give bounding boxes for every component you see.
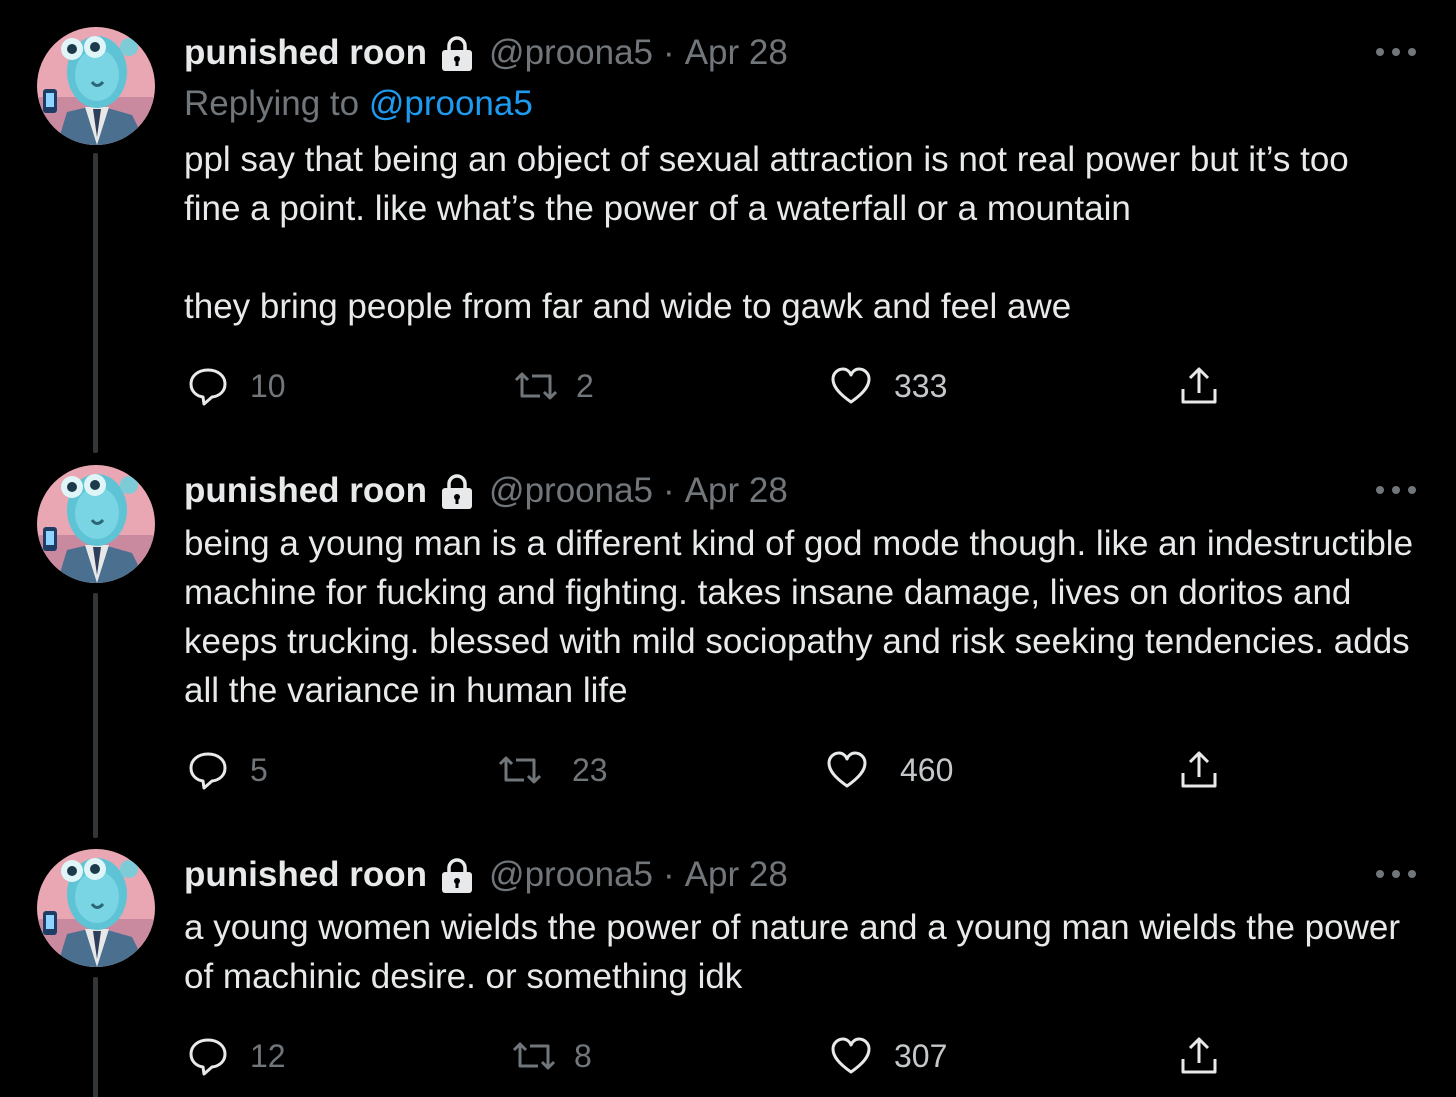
like-count: 307 [894,1037,948,1074]
reply-icon [189,1038,227,1076]
tweet-paragraph: they bring people from far and wide to g… [184,287,1072,326]
reply-icon [189,368,227,406]
author-handle[interactable]: @proona5 [489,855,653,895]
author-handle[interactable]: @proona5 [489,33,653,73]
reply-button[interactable]: 10 [188,362,286,410]
more-icon[interactable] [1376,45,1416,59]
tweet-paragraph: a young women wields the power of nature… [184,908,1410,996]
thread-line [93,153,98,453]
heart-icon [831,367,871,404]
replying-to: Replying to @proona5 [184,84,533,124]
like-button[interactable]: 307 [830,1032,947,1080]
lock-icon [438,472,476,510]
author-name[interactable]: punished roon [184,33,427,73]
share-icon [1181,1037,1217,1074]
avatar[interactable] [37,27,155,145]
reply-icon [189,752,227,790]
reply-button[interactable]: 5 [188,746,268,794]
more-icon[interactable] [1376,483,1416,497]
avatar[interactable] [37,465,155,583]
retweet-button[interactable]: 8 [510,1032,592,1080]
retweet-icon [512,1042,556,1070]
reply-count: 10 [250,367,286,404]
tweet-text: being a young man is a different kind of… [184,519,1414,715]
replying-to-label: Replying to [184,84,360,123]
retweet-count: 23 [572,751,608,788]
author-name[interactable]: punished roon [184,855,427,895]
tweet-header: punished roon @proona5 · Apr 28 [184,28,788,78]
share-button[interactable] [1178,746,1220,794]
reply-count: 12 [250,1037,286,1074]
reply-button[interactable]: 12 [188,1032,286,1080]
tweet-text: a young women wields the power of nature… [184,903,1414,1001]
heart-icon [831,1037,871,1074]
tweet-date[interactable]: Apr 28 [685,471,788,511]
tweet-actions: 12 8 307 [184,1032,1244,1080]
share-icon [1181,751,1217,788]
tweet-paragraph: ppl say that being an object of sexual a… [184,140,1359,228]
like-count: 460 [900,751,954,788]
tweet-date[interactable]: Apr 28 [685,855,788,895]
tweet-date[interactable]: Apr 28 [685,33,788,73]
retweet-icon [514,372,558,400]
like-count: 333 [894,367,948,404]
like-button[interactable]: 333 [830,362,947,410]
share-button[interactable] [1178,362,1220,410]
avatar[interactable] [37,849,155,967]
retweet-button[interactable]: 2 [512,362,594,410]
tweet-header: punished roon @proona5 · Apr 28 [184,466,788,516]
retweet-icon [498,756,542,784]
share-button[interactable] [1178,1032,1220,1080]
reply-count: 5 [250,751,268,788]
tweet-actions: 5 23 460 [184,746,1244,794]
more-icon[interactable] [1376,867,1416,881]
tweet-header: punished roon @proona5 · Apr 28 [184,850,788,900]
date-separator: · [663,33,675,72]
date-separator: · [663,471,675,510]
replying-to-mention[interactable]: @proona5 [369,84,533,123]
share-icon [1181,367,1217,404]
retweet-button[interactable]: 23 [496,746,608,794]
author-handle[interactable]: @proona5 [489,471,653,511]
tweet-actions: 10 2 333 [184,362,1244,410]
author-name[interactable]: punished roon [184,471,427,511]
tweet-text: ppl say that being an object of sexual a… [184,135,1414,331]
like-button[interactable]: 460 [826,746,953,794]
lock-icon [438,856,476,894]
retweet-count: 2 [576,367,594,404]
lock-icon [438,34,476,72]
date-separator: · [663,855,675,894]
thread-line [93,977,98,1097]
retweet-count: 8 [574,1037,592,1074]
tweet-paragraph: being a young man is a different kind of… [184,524,1423,710]
thread-line [93,593,98,838]
heart-icon [827,751,867,788]
